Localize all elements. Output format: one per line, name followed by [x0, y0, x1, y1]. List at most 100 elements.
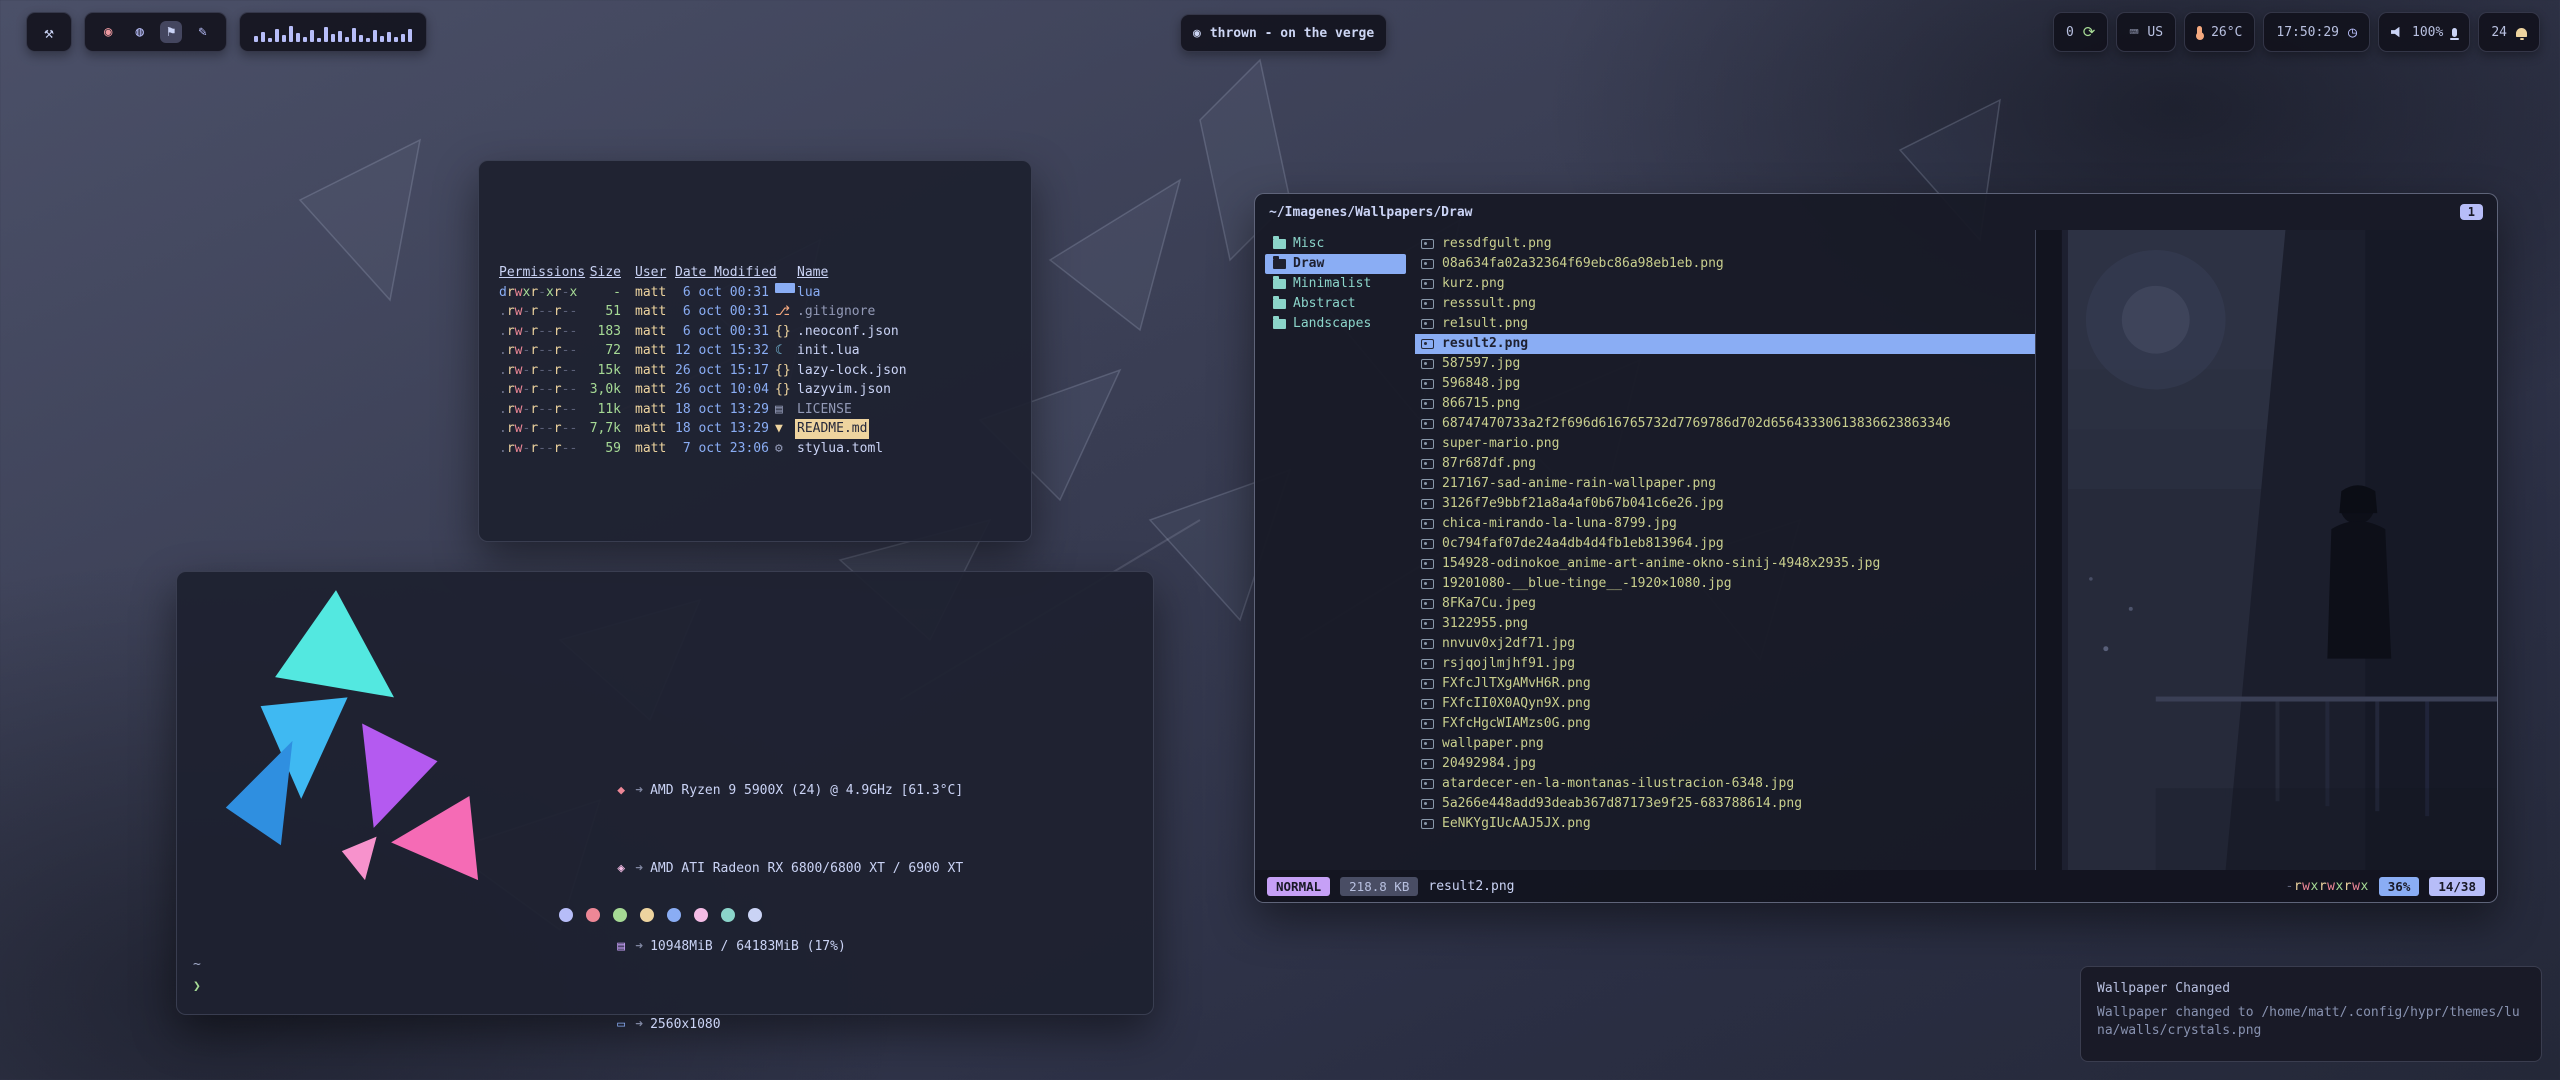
file-row[interactable]: 19201080-__blue-tinge__-1920×1080.jpg — [1415, 574, 2035, 594]
volume-value: 100% — [2412, 25, 2443, 40]
file-row[interactable]: ressdfgult.png — [1415, 234, 2035, 254]
workspaces-pill: ◉ ◍ ⚑ ✎ — [84, 12, 227, 52]
file-row[interactable]: 08a634fa02a32364f69ebc86a98eb1eb.png — [1415, 254, 2035, 274]
file-listing: drwxr-xr-x-matt 6 oct 00:31lua .rw-r--r-… — [499, 283, 1011, 459]
notification-toast[interactable]: Wallpaper Changed Wallpaper changed to /… — [2080, 966, 2542, 1062]
file-row[interactable]: 3122955.png — [1415, 614, 2035, 634]
notifications-module[interactable]: 24 — [2478, 12, 2540, 52]
arrow-icon: ➜ — [635, 939, 643, 954]
file-row[interactable]: 587597.jpg — [1415, 354, 2035, 374]
palette-dot — [586, 908, 600, 922]
workspace-button[interactable]: ⚑ — [160, 21, 182, 43]
speaker-icon — [2391, 27, 2403, 38]
image-file-icon — [1421, 619, 1434, 629]
file-type-icon: ☾ — [775, 341, 795, 361]
file-type-icon: {} — [775, 380, 795, 400]
clock-module[interactable]: 17:50:29 ◷ — [2263, 12, 2370, 52]
hardware-lines: ◆➜AMD Ryzen 9 5900X (24) @ 4.9GHz [61.3°… — [539, 684, 1057, 1055]
folder-icon — [1273, 299, 1286, 309]
folder-icon — [1273, 239, 1286, 249]
arrow-icon: ➜ — [635, 783, 643, 798]
terminal-window[interactable]: ❯ cd .config/nvim ~/.config/nvim via ☾ v… — [478, 160, 1032, 542]
file-row[interactable]: 596848.jpg — [1415, 374, 2035, 394]
media-player-widget[interactable]: ◉ thrown - on the verge — [1180, 14, 1387, 52]
image-file-icon — [1421, 339, 1434, 349]
image-file-icon — [1421, 719, 1434, 729]
launcher-button[interactable]: ⚒ — [26, 12, 72, 52]
file-row[interactable]: 0c794faf07de24a4db4d4fb1eb813964.jpg — [1415, 534, 2035, 554]
visualizer-bar — [289, 26, 293, 42]
visualizer-bar — [324, 27, 328, 42]
file-row[interactable]: FXfcII0X0AQyn9X.png — [1415, 694, 2035, 714]
visualizer-bar — [366, 38, 370, 42]
temperature-module[interactable]: 26°C — [2184, 12, 2255, 52]
prompt-symbol: ❯ — [193, 976, 201, 998]
file-row[interactable]: re1sult.png — [1415, 314, 2035, 334]
listing-row: .rw-r--r--15kmatt26 oct 15:17{}lazy-lock… — [499, 361, 1011, 381]
hardware-item-icon: ▤ — [617, 937, 635, 957]
file-row[interactable]: 8FKa7Cu.jpeg — [1415, 594, 2035, 614]
topbar-right: 0 ⟳ ⌨ US 26°C 17:50:29 ◷ 100% 24 — [2053, 12, 2540, 52]
image-file-icon — [1421, 679, 1434, 689]
file-row[interactable]: chica-mirando-la-luna-8799.jpg — [1415, 514, 2035, 534]
file-row[interactable]: FXfcJlTXgAMvH6R.png — [1415, 674, 2035, 694]
image-file-icon — [1421, 739, 1434, 749]
file-row[interactable]: 68747470733a2f2f696d616765732d7769786d70… — [1415, 414, 2035, 434]
microphone-icon — [2452, 28, 2457, 37]
image-file-icon — [1421, 299, 1434, 309]
listing-row: .rw-r--r--11kmatt18 oct 13:29▤LICENSE — [499, 400, 1011, 420]
music-title: thrown - on the verge — [1210, 26, 1374, 41]
visualizer-bar — [359, 35, 363, 42]
image-file-icon — [1421, 459, 1434, 469]
workspace-button[interactable]: ◍ — [128, 21, 150, 43]
sidebar-folder[interactable]: Draw — [1265, 254, 1406, 274]
file-row[interactable]: wallpaper.png — [1415, 734, 2035, 754]
folder-icon — [1273, 279, 1286, 289]
file-row[interactable]: EeNKYgIUcAAJ5JX.png — [1415, 814, 2035, 834]
music-disc-icon: ◉ — [1193, 26, 1201, 41]
file-row[interactable]: 5a266e448add93deab367d87173e9f25-6837886… — [1415, 794, 2035, 814]
visualizer-bar — [282, 35, 286, 42]
fetch-info-line: ▭➜2560x1080 — [539, 996, 1057, 1016]
image-file-icon — [1421, 279, 1434, 289]
visualizer-bar — [394, 37, 398, 42]
sidebar-folder[interactable]: Landscapes — [1265, 314, 1406, 334]
file-type-icon — [775, 283, 795, 293]
file-row[interactable]: super-mario.png — [1415, 434, 2035, 454]
file-row[interactable]: atardecer-en-la-montanas-ilustracion-634… — [1415, 774, 2035, 794]
file-manager-window[interactable]: ~/Imagenes/Wallpapers/Draw 1 Misc Draw M… — [1254, 193, 2498, 903]
volume-module[interactable]: 100% — [2378, 12, 2470, 52]
file-row[interactable]: 154928-odinokoe_anime-art-anime-okno-sin… — [1415, 554, 2035, 574]
file-row[interactable]: nnvuv0xj2df71.jpg — [1415, 634, 2035, 654]
palette-dot — [613, 908, 627, 922]
updates-module[interactable]: 0 ⟳ — [2053, 12, 2108, 52]
selected-filename: result2.png — [1428, 879, 1514, 894]
sidebar-folder[interactable]: Abstract — [1265, 294, 1406, 314]
file-row[interactable]: result2.png — [1415, 334, 2035, 354]
updates-icon: ⟳ — [2083, 23, 2096, 41]
workspace-button[interactable]: ◉ — [97, 21, 119, 43]
file-row[interactable]: resssult.png — [1415, 294, 2035, 314]
visualizer-bar — [373, 30, 377, 42]
file-row[interactable]: 20492984.jpg — [1415, 754, 2035, 774]
sidebar-folder[interactable]: Minimalist — [1265, 274, 1406, 294]
desktop: { "topbar": { "launcher_icon": "⚒", "wor… — [0, 0, 2560, 1080]
image-file-icon — [1421, 379, 1434, 389]
visualizer-bar — [268, 38, 272, 42]
file-row[interactable]: kurz.png — [1415, 274, 2035, 294]
hardware-item-icon: ◈ — [617, 859, 635, 879]
file-row[interactable]: 217167-sad-anime-rain-wallpaper.png — [1415, 474, 2035, 494]
file-row[interactable]: rsjqojlmjhf91.jpg — [1415, 654, 2035, 674]
palette-dot — [694, 908, 708, 922]
file-type-icon: {} — [775, 322, 795, 342]
file-row[interactable]: 87r687df.png — [1415, 454, 2035, 474]
hardware-header: ┌─────────── Hardware Information ──────… — [539, 625, 1057, 645]
file-row[interactable]: 866715.png — [1415, 394, 2035, 414]
file-row[interactable]: FXfcHgcWIAMzs0G.png — [1415, 714, 2035, 734]
file-manager-header: ~/Imagenes/Wallpapers/Draw 1 — [1255, 194, 2497, 230]
sidebar-folder[interactable]: Misc — [1265, 234, 1406, 254]
workspace-button[interactable]: ✎ — [191, 21, 213, 43]
keyboard-layout-module[interactable]: ⌨ US — [2116, 12, 2176, 52]
system-fetch-window[interactable]: ┌─────────── Hardware Information ──────… — [176, 571, 1154, 1015]
file-row[interactable]: 3126f7e9bbf21a8a4af0b67b041c6e26.jpg — [1415, 494, 2035, 514]
